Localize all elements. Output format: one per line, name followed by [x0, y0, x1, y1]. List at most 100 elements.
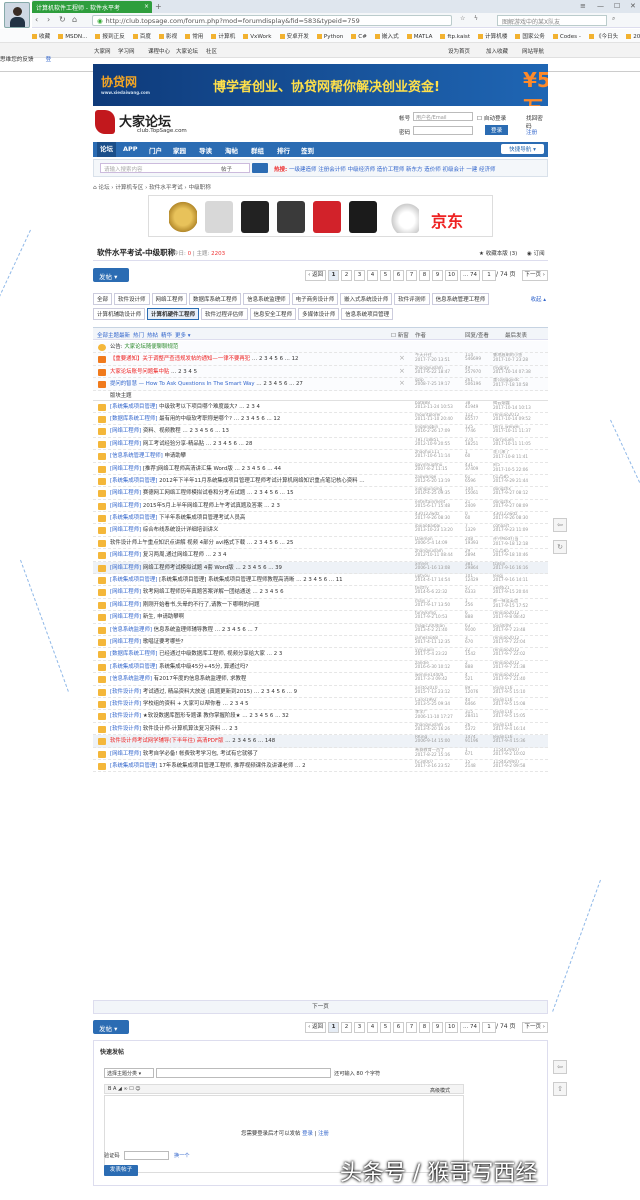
- thread-tag[interactable]: [网络工程师]: [110, 527, 141, 533]
- filter-hot-thread[interactable]: 热帖: [147, 331, 158, 339]
- thread-title-text[interactable]: 复习两周,通过网络工程师: [143, 552, 204, 558]
- new-window-toggle[interactable]: ☐ 新窗: [391, 331, 409, 339]
- thread-pages[interactable]: 2 3: [274, 651, 283, 657]
- sticky-title[interactable]: 提问的智慧 — How To Ask Questions In The Smar…: [110, 379, 365, 387]
- thread-pages[interactable]: 2 3: [271, 503, 280, 509]
- type-tab[interactable]: 全部: [93, 293, 113, 305]
- thread-tag[interactable]: [软件设计师]: [110, 701, 141, 707]
- nav-item-1[interactable]: APP: [123, 145, 138, 153]
- thread-tag[interactable]: [系统集成项目管理]: [110, 664, 157, 670]
- pager-prev[interactable]: ‹ 返回: [305, 270, 327, 281]
- sticky-title-text[interactable]: 提问的智慧 — How To Ask Questions In The Smar…: [110, 381, 255, 387]
- nav-item-3[interactable]: 家园: [173, 145, 186, 155]
- thread-pages[interactable]: 2 3 4 5 6 ... 9: [261, 689, 297, 695]
- thread-row[interactable]: [网络工程师] 软考网络工程师历年真题答案详解一团结通送 … 2 3 4 5 6…: [93, 586, 548, 599]
- top-link-1[interactable]: 学习网: [118, 47, 135, 55]
- sticky-row[interactable]: 【重要通知】关于调整严查违规发帖的通知—一律不要再犯 … 2 3 4 5 6 .…: [93, 353, 548, 366]
- type-tab[interactable]: 多媒体设计师: [298, 308, 340, 320]
- thread-row[interactable]: [系统集成项目管理] 2012年下半年11月系统集成项目管理工程师考试计算机网络…: [93, 475, 548, 488]
- thread-title-text[interactable]: 软考自学必备! 帐费软考学习包, 考试有它就够了: [143, 751, 258, 757]
- thread-title[interactable]: [网络工程师] 网络工程师考试模拟试题 4套 Word版 … 2 3 4 5 6…: [110, 563, 365, 571]
- thread-row[interactable]: [网络工程师] 2015年5月上半年网络工程师上午考试真题及答案 … 2 3 en…: [93, 500, 548, 513]
- thread-row[interactable]: [网络工程师] 资料、视频教程 … 2 3 4 5 6 ... 13 linglo…: [93, 425, 548, 438]
- sticky-title-text[interactable]: 【重要通知】关于调整严查违规发帖的通知—一律不要再犯: [110, 356, 250, 362]
- hot-terms-text[interactable]: 一级建造师 注册会计师 中级经济师 造价工程师 新东方 造价师 初级会计 一建 …: [289, 167, 496, 173]
- nav-item-0[interactable]: 论坛: [97, 142, 116, 157]
- account-input[interactable]: 用户名/Email: [413, 112, 473, 121]
- type-tab[interactable]: 计算机辅助设计师: [93, 308, 146, 320]
- thread-pages[interactable]: 2 3 4 5 6 ... 11: [303, 577, 342, 583]
- bookmark-item[interactable]: 计算机: [211, 32, 235, 40]
- editor-toolbar[interactable]: B A ◢ ∞ ☐ ☺: [104, 1084, 464, 1094]
- thread-pages[interactable]: 2: [302, 763, 305, 769]
- thread-pages[interactable]: 2 3 4: [246, 404, 260, 410]
- thread-tag[interactable]: [网络工程师]: [110, 589, 141, 595]
- thread-title-text[interactable]: 综合布线系统设计详细培训讲义: [143, 527, 218, 533]
- thread-tag[interactable]: [网络工程师]: [110, 552, 141, 558]
- thread-row[interactable]: [软件设计师] 考试通过, 精品资料大放送 (真题更新到2015) … 2 3 …: [93, 686, 548, 698]
- thread-row[interactable]: [系统集成项目管理] 17年系统集成项目管理工程师, 推荐视频课件及讲课老师 ……: [93, 760, 548, 773]
- type-tab[interactable]: 网络工程师: [151, 293, 188, 305]
- thread-row[interactable]: [系统集成项目管理] 系统集成中级45分+45分, 算通过吗? zandie 201…: [93, 661, 548, 674]
- thread-row[interactable]: [信息系统监理师] 有2017年度的信息系统监理师, 求教程 wennie1440…: [93, 673, 548, 686]
- bookmark-item[interactable]: 报到正反: [95, 32, 125, 40]
- breadcrumb-text[interactable]: 论坛 › 计算机专区 › 软件水平考试 › 中级职称: [98, 185, 210, 191]
- top-link-2[interactable]: 课程中心: [148, 47, 170, 55]
- page-link[interactable]: 1: [328, 1022, 340, 1033]
- sticky-row[interactable]: 提问的智慧 — How To Ask Questions In The Smar…: [93, 378, 548, 391]
- bookmark-item[interactable]: VxWork: [243, 34, 272, 40]
- reload-icon[interactable]: ↻: [59, 15, 66, 24]
- browser-tab-active[interactable]: 计算机软件工程师 - 软件水平考 ×: [32, 1, 152, 13]
- thread-row[interactable]: [信息系统监理师] 信息系统监理师辅导教程 … 2 3 4 5 6 ... 7 m…: [93, 624, 548, 636]
- thread-tag[interactable]: [网络工程师]: [110, 441, 141, 447]
- close-icon[interactable]: ×: [399, 379, 405, 387]
- forum-search-button[interactable]: [252, 163, 268, 173]
- new-tab-icon[interactable]: +: [155, 2, 162, 11]
- sticky-title-text[interactable]: 大家论坛账号问题集中贴: [110, 369, 169, 375]
- home-icon[interactable]: ⌂: [93, 185, 97, 191]
- thread-row[interactable]: [网络工程师] [推荐]网络工程师高清讲汇集 Word版 … 2 3 4 5 6…: [93, 463, 548, 475]
- bookmark-item[interactable]: 收藏: [32, 32, 50, 40]
- thread-tag[interactable]: [网络工程师]: [110, 466, 141, 472]
- thread-pages[interactable]: 2 3 4 5 6 ... 32: [249, 713, 288, 719]
- thread-title-text[interactable]: 中级软考以下项目哪个难度最大?: [159, 404, 237, 410]
- page-link[interactable]: ... 74: [460, 1022, 481, 1033]
- page-input[interactable]: 1: [482, 270, 497, 281]
- top-link-0[interactable]: 大家网: [94, 47, 111, 55]
- forward-icon[interactable]: ›: [47, 15, 50, 24]
- bookmark-item[interactable]: 计算机楼: [478, 32, 507, 40]
- page-link[interactable]: 6: [393, 270, 405, 281]
- pager-prev[interactable]: ‹ 返回: [305, 1022, 327, 1033]
- thread-title-text[interactable]: 软考网络工程师历年真题答案详解一团结通送: [143, 589, 251, 595]
- type-tab[interactable]: 软件评测师: [394, 293, 430, 305]
- thread-tag[interactable]: [网络工程师]: [110, 614, 141, 620]
- thread-row[interactable]: [软件设计师] ★软设数据库图形专题课 教你掌握阶段★ … 2 3 4 5 6 …: [93, 710, 548, 723]
- filter-digest[interactable]: 精华: [161, 331, 172, 339]
- submit-button[interactable]: 发表帖子: [104, 1165, 138, 1176]
- captcha-change-link[interactable]: 换一个: [174, 1152, 190, 1159]
- thread-title-text[interactable]: 最有用的中级软考职称是哪个?: [159, 416, 232, 422]
- thread-title[interactable]: 软件设计师上午重点知识点讲解 视频 4部分 avi格式下载 … 2 3 4 5 …: [110, 538, 365, 546]
- thread-title[interactable]: [网络工程师] 2015年5月上半年网络工程师上午考试真题及答案 … 2 3: [110, 501, 365, 509]
- thread-title-text[interactable]: 新生, 申请助攀啊: [143, 614, 184, 620]
- thread-title[interactable]: [系统集成项目管理] 中级软考以下项目哪个难度最大? … 2 3 4: [110, 402, 365, 410]
- type-tab[interactable]: 信息系统管理工程师: [431, 293, 490, 305]
- sticky-title[interactable]: 【重要通知】关于调整严查违规发帖的通知—一律不要再犯 … 2 3 4 5 6 .…: [110, 354, 365, 362]
- user-avatar[interactable]: [4, 2, 30, 28]
- thread-tag[interactable]: [信息系统管理工程师]: [110, 453, 163, 459]
- thread-title[interactable]: [网络工程师] 网工考试经验分享-精品贴 … 2 3 4 5 6 ... 28: [110, 439, 365, 447]
- close-icon[interactable]: ×: [399, 354, 405, 362]
- thread-title[interactable]: [软件设计师] ★软设数据库图形专题课 教你掌握阶段★ … 2 3 4 5 6 …: [110, 711, 365, 719]
- sticky-pages[interactable]: 2 3 4 5: [178, 369, 197, 375]
- page-link[interactable]: 10: [445, 1022, 459, 1033]
- thread-title-text[interactable]: 刚刚开始看书,头晕的不行了,请教一下哪啊的问题: [143, 602, 260, 608]
- thread-tag[interactable]: [系统集成项目管理]: [110, 404, 157, 410]
- thread-tag[interactable]: [网络工程师]: [110, 565, 141, 571]
- prompt-register-link[interactable]: 注册: [318, 1131, 329, 1137]
- thread-row[interactable]: [数据库系统工程师] 最有用的中级软考职称是哪个? … 2 3 4 5 6 ..…: [93, 413, 548, 426]
- thread-tag[interactable]: [信息系统监理师]: [110, 627, 152, 633]
- thread-pages[interactable]: 2 3 4 5 6 ... 13: [189, 428, 228, 434]
- thread-tag[interactable]: [网络工程师]: [110, 751, 141, 757]
- filter-more[interactable]: 更多 ▾: [175, 331, 191, 339]
- bookmark-item[interactable]: 百度: [132, 32, 151, 40]
